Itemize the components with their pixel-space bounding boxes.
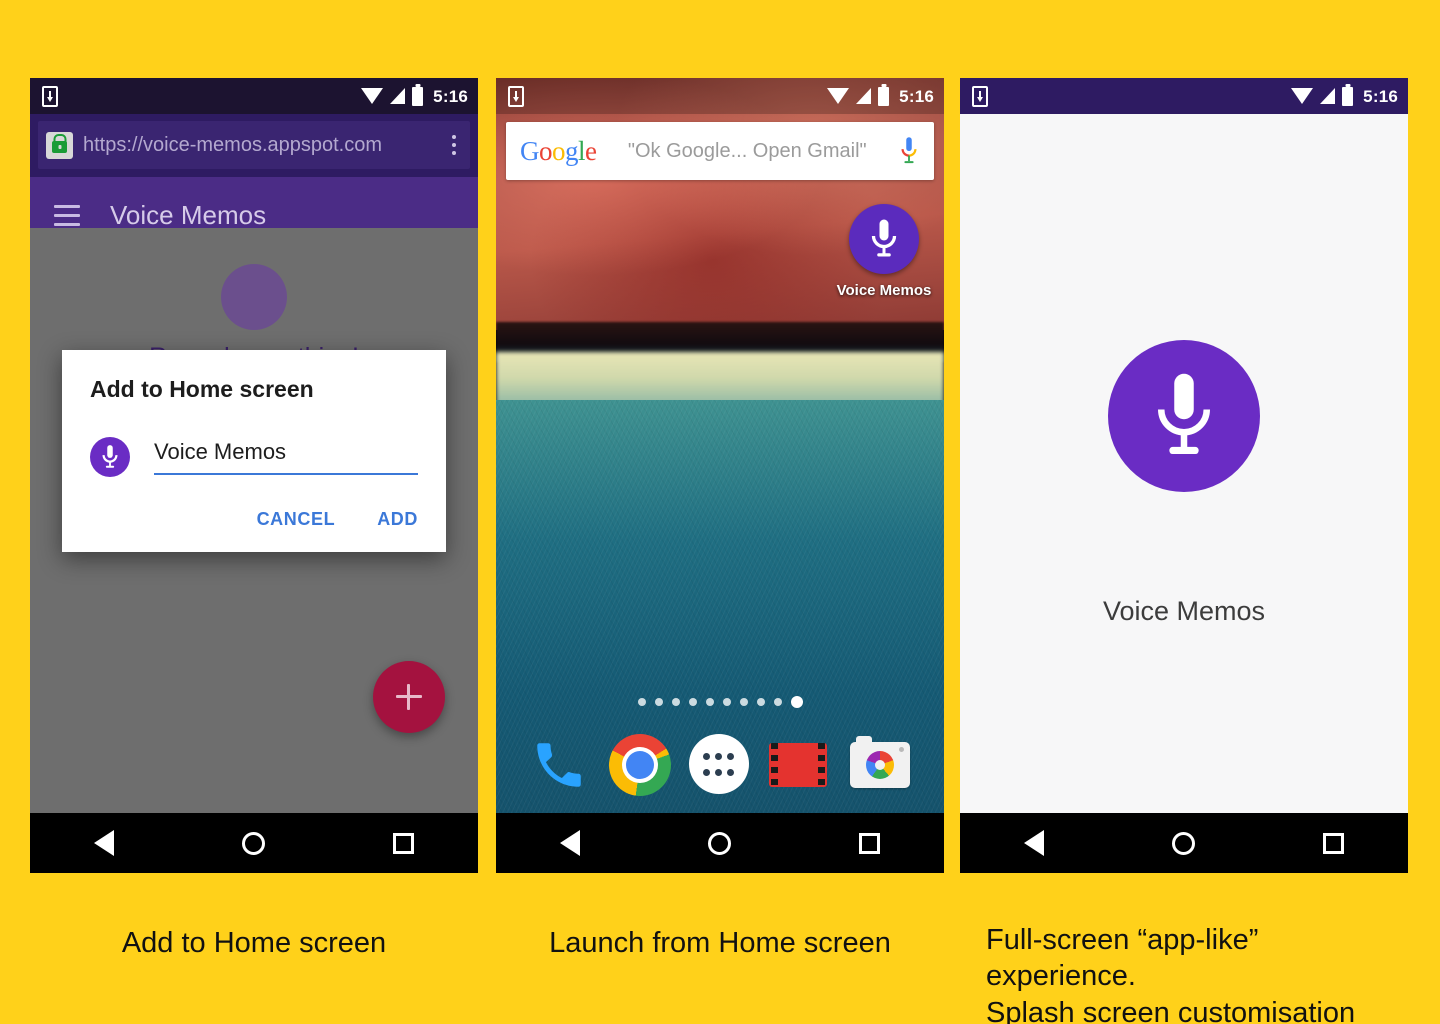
hamburger-icon[interactable] <box>54 204 80 226</box>
google-logo: Google <box>520 135 597 166</box>
phone-dock-icon[interactable] <box>528 734 590 796</box>
status-bar-clock: 5:16 <box>1363 86 1398 106</box>
camera-dock-icon[interactable] <box>849 734 912 796</box>
download-icon <box>508 85 524 107</box>
dialog-actions: CANCEL ADD <box>90 509 418 540</box>
recents-square-icon[interactable] <box>1323 832 1344 854</box>
home-circle-icon[interactable] <box>242 831 265 855</box>
caption-add-to-home-screen: Add to Home screen <box>121 927 387 959</box>
google-search-widget[interactable]: Google "Ok Google... Open Gmail" <box>506 122 934 180</box>
home-screen-dock <box>496 719 944 811</box>
wifi-icon <box>827 88 850 104</box>
wifi-icon <box>361 88 384 104</box>
add-recording-fab[interactable] <box>373 661 445 733</box>
recents-square-icon[interactable] <box>859 832 880 854</box>
caption-launch-from-home-screen: Launch from Home screen <box>549 927 891 959</box>
battery-icon <box>878 86 890 106</box>
slide-canvas: 5:16 https://voice-memos.appspot.com Voi… <box>0 0 1440 1024</box>
address-bar[interactable]: https://voice-memos.appspot.com <box>38 121 470 169</box>
dialog-title: Add to Home screen <box>90 376 314 402</box>
browser-chrome: https://voice-memos.appspot.com <box>30 114 478 177</box>
all-apps-dock-icon[interactable] <box>688 734 751 796</box>
microphone-icon <box>849 204 919 274</box>
cancel-button[interactable]: CANCEL <box>257 509 336 530</box>
phone-1-add-to-home-screen: 5:16 https://voice-memos.appspot.com Voi… <box>30 78 478 873</box>
empty-state-icon <box>221 264 287 330</box>
google-mic-icon[interactable] <box>898 135 920 167</box>
status-bar: 5:16 <box>30 78 478 114</box>
status-bar-clock: 5:16 <box>899 86 934 106</box>
secure-lock-icon <box>46 131 73 159</box>
download-icon <box>972 85 988 107</box>
phone-2-home-screen: 5:16 Google "Ok Google... Open Gmail" Vo… <box>496 78 944 873</box>
recents-square-icon[interactable] <box>393 832 414 854</box>
url-text: https://voice-memos.appspot.com <box>83 133 383 156</box>
phone-3-splash-screen: 5:16 Voice Memos <box>960 78 1408 873</box>
cell-signal-icon <box>390 88 406 104</box>
plus-icon <box>396 684 422 710</box>
shortcut-label: Voice Memos <box>836 282 932 299</box>
cell-signal-icon <box>856 88 872 104</box>
home-circle-icon[interactable] <box>1172 831 1195 855</box>
splash-app-name: Voice Memos <box>1102 596 1266 626</box>
status-bar: 5:16 <box>960 78 1408 114</box>
page-indicator[interactable] <box>496 696 944 708</box>
system-nav-bar <box>496 813 944 873</box>
system-nav-bar <box>30 813 478 873</box>
overflow-menu-icon[interactable] <box>448 135 460 155</box>
back-triangle-icon[interactable] <box>1024 830 1044 856</box>
dialog-name-row: Voice Memos <box>90 437 418 477</box>
search-hint-text: "Ok Google... Open Gmail" <box>627 139 867 162</box>
battery-icon <box>412 86 424 106</box>
back-triangle-icon[interactable] <box>94 830 114 856</box>
add-button[interactable]: ADD <box>377 509 418 530</box>
system-nav-bar <box>960 813 1408 873</box>
back-triangle-icon[interactable] <box>560 830 580 856</box>
shortcut-name-input[interactable]: Voice Memos <box>154 439 418 475</box>
app-bar-title: Voice Memos <box>110 199 267 230</box>
download-icon <box>42 85 58 107</box>
play-movies-dock-icon[interactable] <box>769 734 831 796</box>
cell-signal-icon <box>1320 88 1336 104</box>
battery-icon <box>1342 86 1354 106</box>
add-to-home-screen-dialog: Add to Home screen Voice Memos CANCEL AD… <box>62 350 446 552</box>
home-screen-shortcut-voice-memos[interactable]: Voice Memos <box>830 204 938 299</box>
home-circle-icon[interactable] <box>708 831 731 855</box>
status-bar-clock: 5:16 <box>433 86 468 106</box>
microphone-icon <box>1108 340 1260 492</box>
microphone-icon <box>90 437 130 477</box>
caption-full-screen-experience: Full-screen “app-like” experience. Splas… <box>986 924 1356 1024</box>
status-bar: 5:16 <box>496 78 944 114</box>
splash-content: Voice Memos <box>960 114 1408 813</box>
wifi-icon <box>1291 88 1314 104</box>
chrome-dock-icon[interactable] <box>608 734 671 796</box>
shortcut-name-field[interactable]: Voice Memos <box>154 439 418 475</box>
